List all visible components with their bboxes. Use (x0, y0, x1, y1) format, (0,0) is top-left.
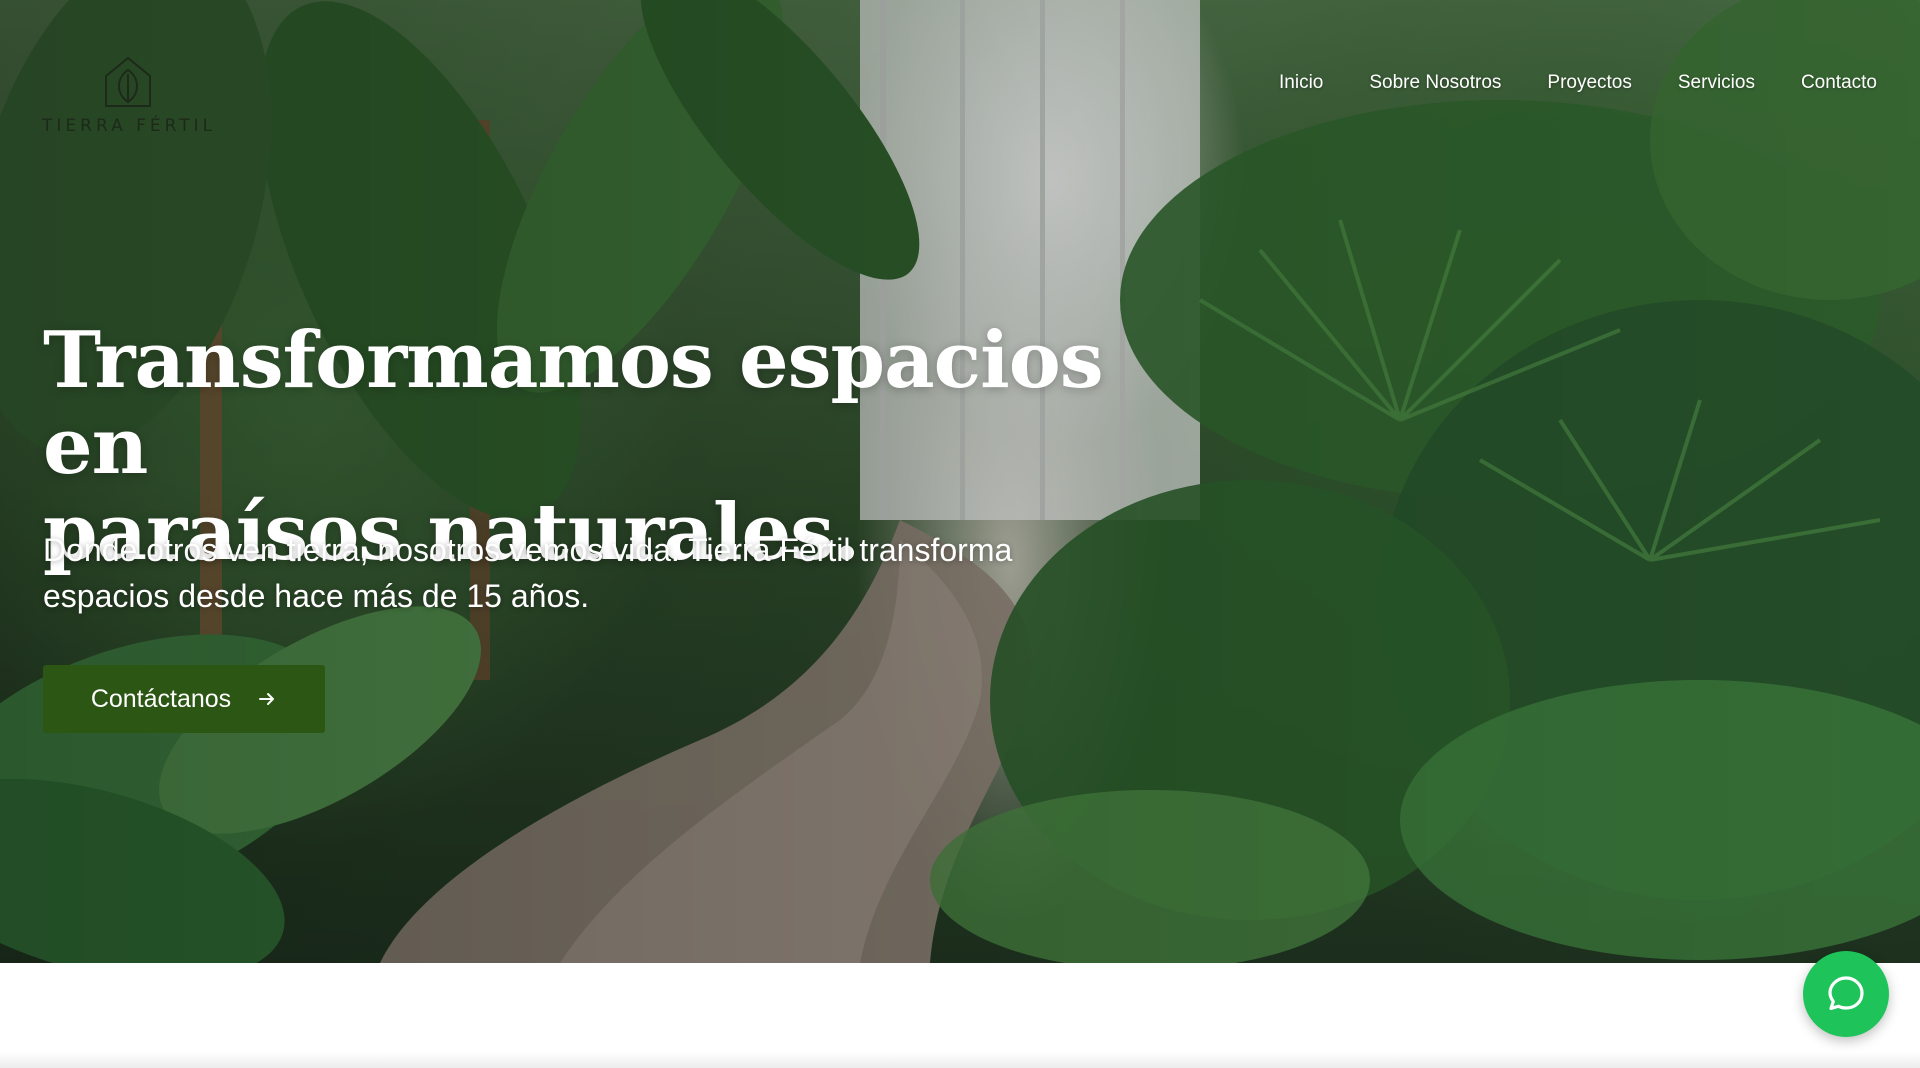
arrow-right-icon (259, 693, 275, 705)
brand-name: TIERRA FÉRTIL (42, 116, 217, 136)
hero-section: TIERRA FÉRTIL Inicio Sobre Nosotros Proy… (0, 0, 1920, 963)
contact-cta-label: Contáctanos (90, 684, 232, 713)
hero-title-line-1: Transformamos espacios en (43, 315, 1104, 492)
main-nav: Inicio Sobre Nosotros Proyectos Servicio… (1279, 72, 1877, 94)
brand-logo[interactable]: TIERRA FÉRTIL (42, 50, 222, 140)
hero-subtitle-line-1: Donde otros ven tierra, nosotros vemos v… (43, 532, 1013, 568)
contact-cta-button[interactable]: Contáctanos (43, 665, 325, 733)
next-section-preview (0, 963, 1920, 1068)
hero-subtitle: Donde otros ven tierra, nosotros vemos v… (43, 527, 1123, 619)
chat-button[interactable] (1803, 951, 1889, 1037)
leaf-house-icon (105, 56, 151, 107)
hero-subtitle-line-2: espacios desde hace más de 15 años. (43, 578, 590, 614)
chat-bubble-icon (1828, 976, 1864, 1011)
nav-item-servicios[interactable]: Servicios (1678, 72, 1755, 94)
nav-item-contacto[interactable]: Contacto (1801, 72, 1877, 94)
nav-item-proyectos[interactable]: Proyectos (1547, 72, 1631, 94)
nav-item-sobre-nosotros[interactable]: Sobre Nosotros (1369, 72, 1501, 94)
nav-item-inicio[interactable]: Inicio (1279, 72, 1323, 94)
